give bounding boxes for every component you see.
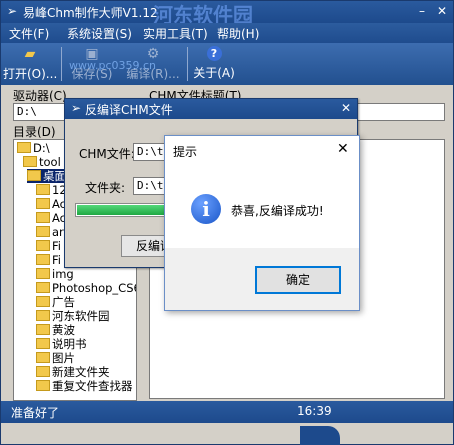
folder-icon: [36, 338, 50, 349]
tree-item[interactable]: 图片: [36, 351, 75, 365]
menu-help[interactable]: 帮助(H): [217, 25, 259, 42]
app-logo-icon: ➢: [7, 4, 18, 18]
tree-item[interactable]: 河东软件园: [36, 309, 110, 323]
progress-bar: [75, 203, 167, 217]
folder-icon: [36, 240, 50, 251]
app-title: 易峰Chm制作大师V1.12: [23, 6, 158, 20]
dialog-logo-icon: ➢: [71, 101, 82, 115]
tree-item[interactable]: 说明书: [36, 337, 87, 351]
tree-item-selected[interactable]: 桌面: [27, 169, 68, 183]
about-button[interactable]: ? 关于(A): [191, 43, 237, 85]
decompile-close-button[interactable]: ✕: [337, 100, 355, 117]
progress-fill: [77, 205, 165, 215]
folder-label: 文件夹:: [85, 181, 126, 195]
folder-icon: [36, 226, 50, 237]
decompile-title: 反编译CHM文件: [85, 103, 173, 117]
message-text: 恭喜,反编译成功!: [231, 204, 324, 218]
folder-icon: [36, 254, 50, 265]
toolbar-separator: [187, 47, 188, 81]
tree-item[interactable]: 广告: [36, 295, 75, 309]
toolbar: ▰ 打开(O)... ▣ 保存(S) ⚙ 编译(R)... www.pc0359…: [1, 43, 453, 85]
folder-icon: [36, 212, 50, 223]
main-titlebar[interactable]: ➢ 易峰Chm制作大师V1.12 河东软件园 – ✕: [1, 1, 453, 27]
folder-open-icon: ▰: [24, 46, 36, 62]
tree-item[interactable]: Ac: [36, 197, 66, 211]
close-button[interactable]: ✕: [433, 3, 451, 20]
menu-tools[interactable]: 实用工具(T): [143, 25, 208, 42]
message-title: 提示: [173, 145, 198, 159]
tree-item[interactable]: Fi: [36, 239, 61, 253]
toolbar-separator: [61, 47, 62, 81]
menu-file[interactable]: 文件(F): [9, 25, 49, 42]
minimize-button[interactable]: –: [413, 3, 431, 20]
tree-item[interactable]: 黄波: [36, 323, 75, 337]
status-time: 16:39: [297, 404, 332, 418]
tree-item[interactable]: Fi: [36, 253, 61, 267]
tree-item[interactable]: 12: [36, 183, 67, 197]
status-bar: 准备好了 16:39: [1, 401, 453, 423]
ok-button[interactable]: 确定: [255, 266, 341, 294]
tree-item[interactable]: tool: [23, 155, 61, 169]
folder-icon: [36, 198, 50, 209]
tree-item[interactable]: Ac: [36, 211, 66, 225]
decompile-titlebar[interactable]: ➢ 反编译CHM文件 ✕: [65, 99, 357, 119]
open-button[interactable]: ▰ 打开(O)...: [3, 43, 57, 85]
decompile-button[interactable]: 反编译: [121, 235, 167, 257]
folder-open-icon: [27, 170, 41, 181]
folder-icon: [36, 366, 50, 377]
tree-item[interactable]: 新建文件夹: [36, 365, 110, 379]
tree-item[interactable]: Photoshop_CS6_: [36, 281, 136, 295]
folder-icon: [36, 296, 50, 307]
folder-icon: [36, 324, 50, 335]
folder-icon: [17, 142, 31, 153]
folder-icon: [36, 352, 50, 363]
folder-icon: [36, 268, 50, 279]
folder-icon: [36, 184, 50, 195]
background-window-corner: [300, 426, 340, 445]
menu-settings[interactable]: 系统设置(S): [67, 25, 132, 42]
folder-icon: [23, 156, 37, 167]
help-icon: ?: [206, 46, 222, 61]
message-box: 提示 ✕ i 恭喜,反编译成功! 确定: [164, 135, 360, 311]
tree-item[interactable]: 重复文件查找器: [36, 379, 133, 393]
message-footer: 确定: [165, 248, 359, 310]
drive-label: 驱动器(C): [13, 89, 67, 103]
tree-item[interactable]: ar: [36, 225, 64, 239]
info-icon: i: [191, 194, 221, 224]
folder-icon: [36, 310, 50, 321]
folder-icon: [36, 282, 50, 293]
folder-icon: [36, 380, 50, 391]
tree-item[interactable]: img: [36, 267, 74, 281]
status-text: 准备好了: [11, 406, 60, 420]
menu-bar: 文件(F) 系统设置(S) 实用工具(T) 帮助(H): [1, 23, 453, 43]
watermark-url: www.pc0359.cn: [69, 59, 157, 72]
directory-label: 目录(D): [13, 125, 56, 139]
chm-file-label: CHM文件:: [79, 147, 135, 161]
message-titlebar[interactable]: 提示 ✕: [165, 136, 359, 164]
message-close-icon[interactable]: ✕: [337, 141, 349, 157]
tree-item[interactable]: D:\: [17, 141, 50, 155]
